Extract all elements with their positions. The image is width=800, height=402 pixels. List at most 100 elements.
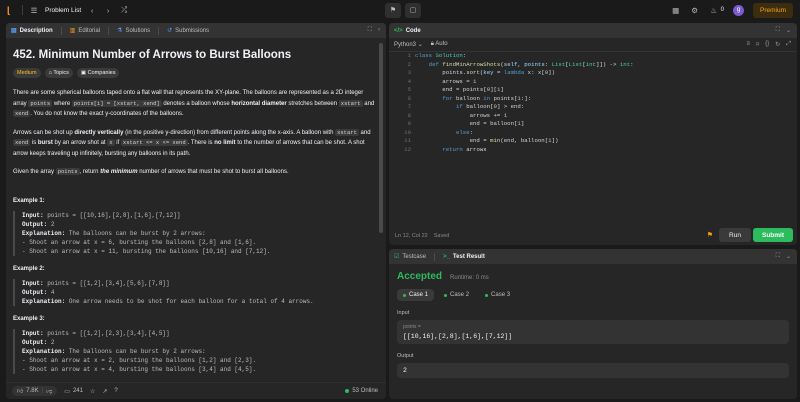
scrollbar[interactable] [379,43,383,233]
comments-button[interactable]: ▭ 241 [64,388,83,395]
text: points[i] = [x [73,99,121,107]
input-box[interactable]: points = [[10,16],[2,8],[1,6],[7,12]] [397,320,789,344]
chevron-left-icon[interactable]: ‹ [378,27,380,34]
value: 2 [47,220,55,228]
list-icon[interactable]: ☰ [29,5,39,15]
online-indicator: 53 Online [345,388,378,394]
inline-code: points [55,168,80,175]
case-tab-2[interactable]: Case 2 [438,289,475,301]
submit-button[interactable]: Submit [753,228,793,242]
problem-list-link[interactable]: Problem List [45,7,81,14]
description-panel: ▤ Description ▥ Editorial ⚗ Solutions ↺ Subm… [6,23,386,399]
like-button[interactable]: 👍︎ 7.8K | 👎︎ [12,386,58,396]
code-editor[interactable]: 1 2 3 4 5 6 7 8 9 10 11 12 class Solutio… [389,52,797,222]
value: The balloons can be burst by 2 arrows: [65,347,206,355]
output-box[interactable]: 2 [397,363,789,378]
thumbs-down-icon: 👎︎ [46,389,53,395]
value: The balloons can be burst by 2 arrows: [65,229,206,237]
result-panel: ☑ Testcase >_ Test Result ⛶ ⌄ Accepted Run… [389,249,797,399]
tab-testcase[interactable]: ☑ Testcase [394,253,427,261]
chevron-down-icon[interactable]: ⌄ [786,27,791,34]
case-tab-1[interactable]: Case 1 [397,289,435,301]
tab-test-result[interactable]: >_ Test Result [443,254,485,260]
chevron-right-icon[interactable]: › [103,5,113,15]
expand-icon[interactable]: ⤢ [786,41,791,48]
number: 1 [517,120,521,127]
inline-code: xstart [338,99,363,107]
label: Output: [22,288,48,296]
example-box: Input: points = [[1,2],[3,4],[5,6],[7,8]… [13,278,375,306]
notes-icon[interactable]: ≡ [747,41,751,48]
type: int [585,60,596,68]
share-icon[interactable]: ↗ [102,388,107,395]
question-icon[interactable]: ? [114,388,117,394]
runtime-text: Runtime: 0 ms [450,275,489,281]
tab-description[interactable]: ▤ Description [11,27,53,35]
shuffle-icon[interactable]: ⤮ [119,5,129,15]
tab-solutions[interactable]: ⚗ Solutions [117,27,151,35]
run-button[interactable]: Run [719,228,751,242]
label: Explanation: [22,229,66,237]
tab-submissions[interactable]: ↺ Submissions [167,27,209,35]
code-text[interactable]: class Solution: def findMinArrowShots(se… [415,52,634,154]
tab-editorial[interactable]: ▥ Editorial [70,27,101,35]
topics-chip[interactable]: ⌂ Topics [44,68,73,78]
streak-counter[interactable]: ♨ 0 [709,5,724,15]
auto-toggle[interactable]: 🔒︎ Auto [431,41,448,48]
tab-label: Testcase [402,253,427,260]
language-select[interactable]: Python3 ⌄ [394,41,423,48]
editor-toolbar: Python3 ⌄ 🔒︎ Auto ≡ ⌑ {} ↻ ⤢ [389,38,797,52]
bold-text: burst [37,140,53,146]
star-icon[interactable]: ☆ [90,388,95,395]
value: - Shoot an arrow at x = 2, bursting the … [22,356,257,364]
history-icon: ↺ [167,28,173,34]
example-heading: Example 3: [13,315,45,322]
inline-code: points [28,99,53,107]
top-navbar: ɭ ☰ Problem List ‹ › ⤮ ⚑ ▢ ▦ ⚙ ♨ 0 g Pre… [0,0,800,20]
avatar[interactable]: g [732,4,744,16]
divider [60,26,62,35]
text: and [362,100,375,107]
chevron-left-icon[interactable]: ‹ [87,5,97,15]
chevron-down-icon[interactable]: ⌄ [786,253,791,260]
description-paragraph: Arrows can be shot up directly verticall… [13,128,375,160]
code-tabs: </> Code ⛶ ⌄ [389,23,797,38]
checkbox-icon: ☑ [394,254,400,260]
difficulty-badge[interactable]: Medium [13,68,41,78]
notes-button[interactable]: ▢ [405,2,421,18]
divider [108,26,110,35]
leetcode-logo-icon[interactable]: ɭ [7,5,16,16]
case-tab-3[interactable]: Case 3 [479,289,516,301]
tab-label: Editorial [78,27,101,34]
collapse-icon[interactable]: ⛶ [776,27,780,34]
inline-code: xend [13,139,31,146]
auto-label: Auto [435,41,448,47]
reset-icon[interactable]: ↻ [775,41,780,48]
premium-button[interactable]: Premium [752,2,793,18]
gear-icon[interactable]: ⚙ [690,5,700,15]
label: Output: [22,220,48,228]
lock-icon: 🔒︎ [430,41,434,47]
tab-label: Description [19,27,53,34]
tab-label: Solutions [125,27,151,34]
input-label: Input [397,310,410,316]
saved-status: Saved [433,233,450,239]
debug-icon: ⚑ [389,7,397,14]
format-icon[interactable]: {} [765,41,769,48]
value: - Shoot an arrow at x = 4, bursting the … [22,365,257,373]
text: is [30,140,38,146]
debug-button[interactable]: ⚑ [385,2,401,18]
tab-code[interactable]: </> Code [394,28,421,34]
value: 2 [47,338,55,346]
collapse-icon[interactable]: ⛶ [368,27,372,34]
debug-run-icon[interactable]: ⚑ [707,231,713,239]
companies-chip[interactable]: ▣ Companies [76,68,120,78]
panel-icon[interactable]: ▦ [671,5,681,15]
bold-text: directly vertically [74,129,124,136]
bookmark-icon[interactable]: ⌑ [756,41,759,48]
text: stretches between [286,100,339,107]
collapse-icon[interactable]: ⛶ [776,253,780,260]
divider [158,26,160,35]
chip-label: Companies [87,70,116,76]
keyword: def [428,60,439,68]
